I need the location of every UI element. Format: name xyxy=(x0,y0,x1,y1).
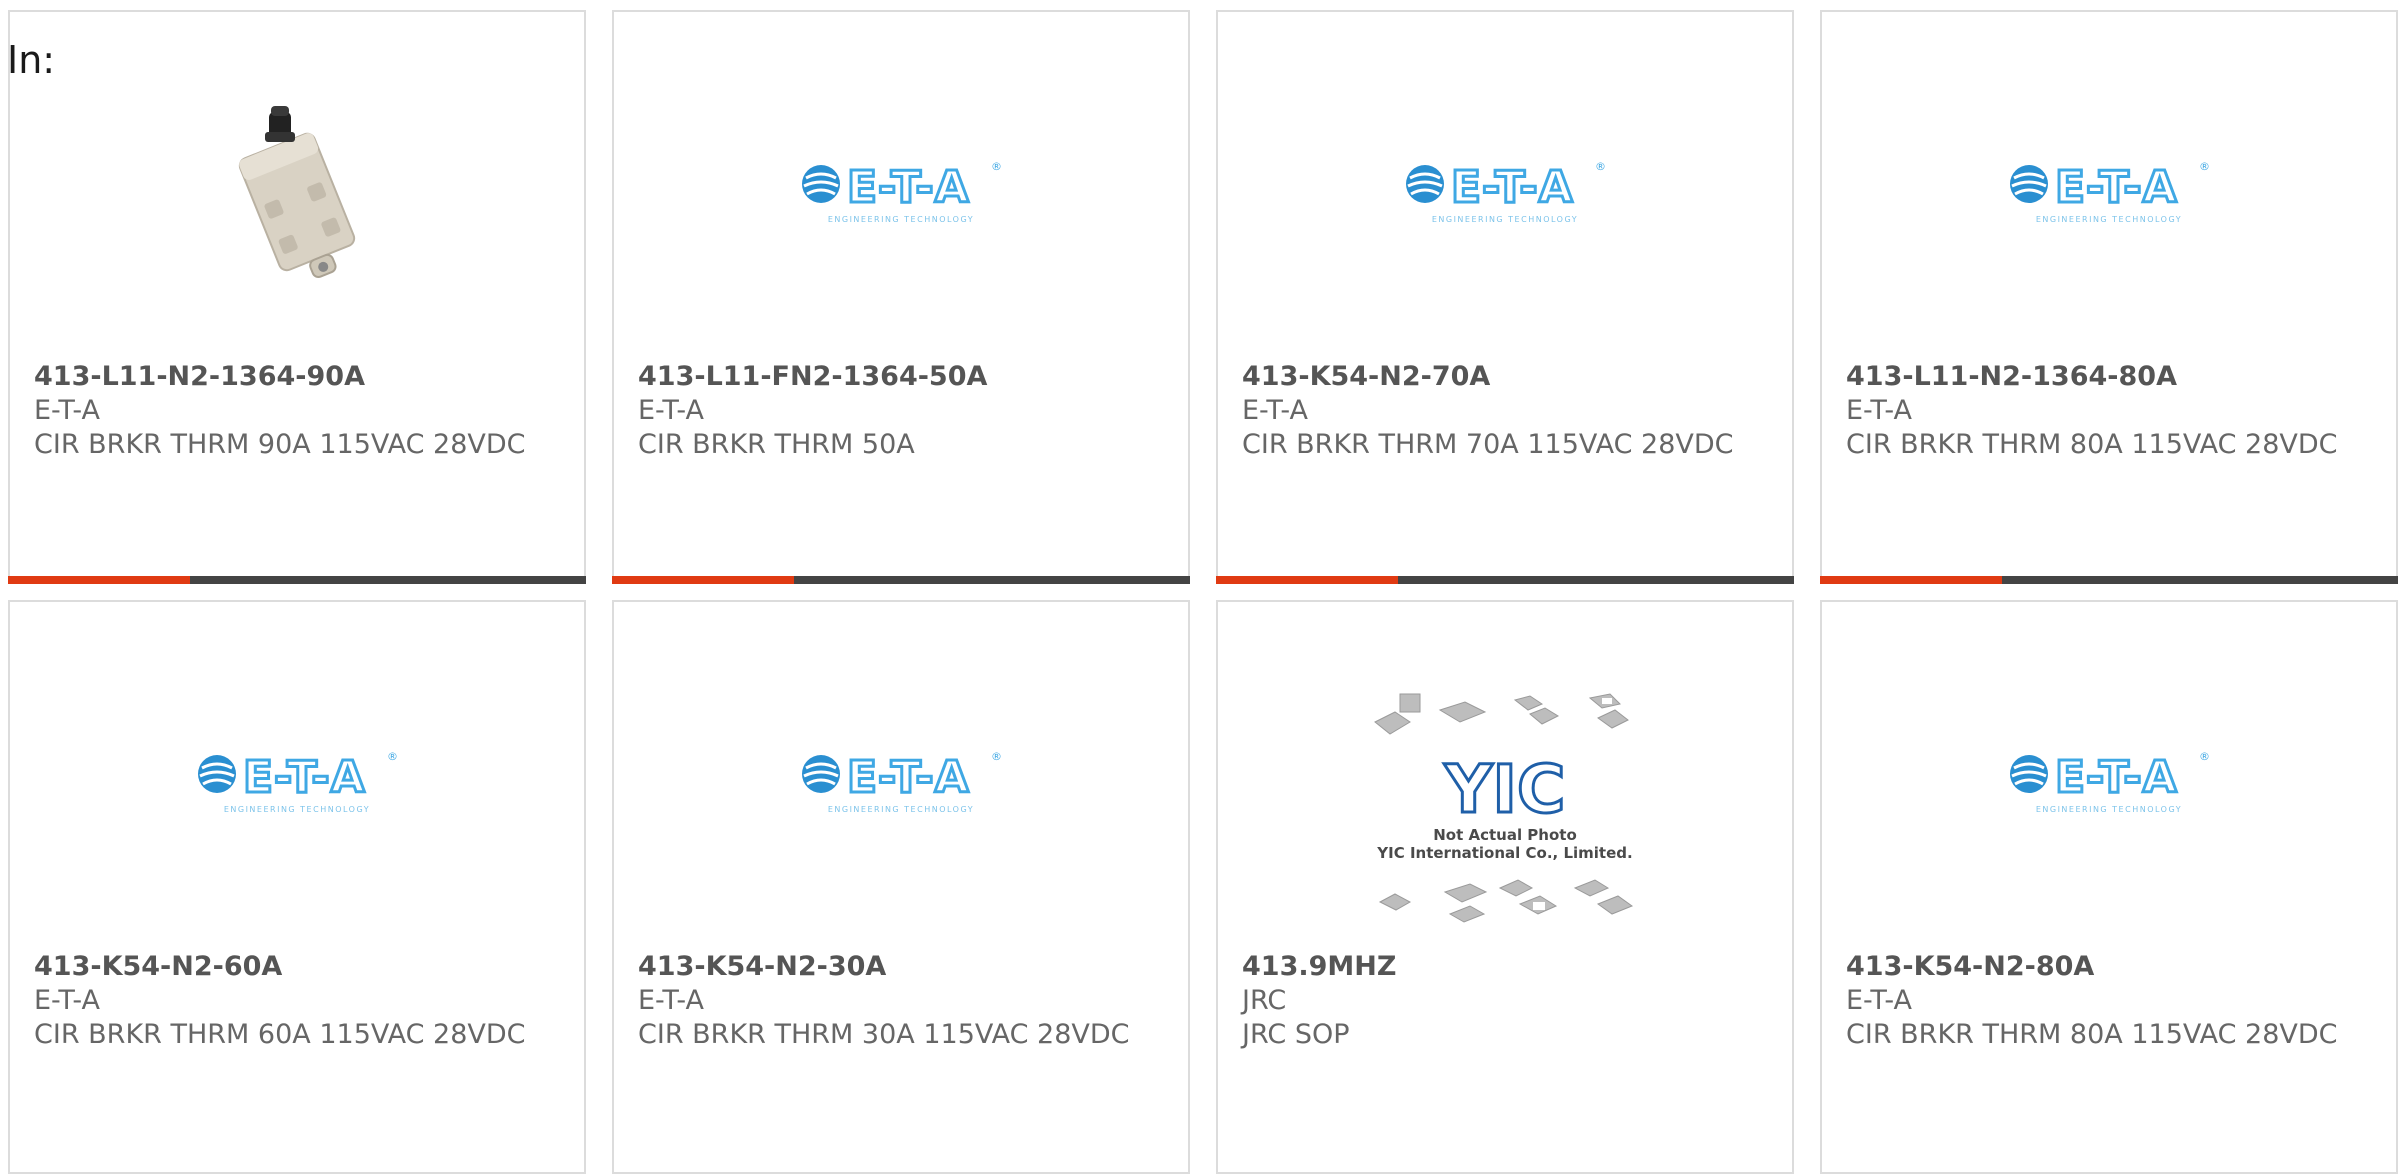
product-image[interactable]: E-T-A ® ENGINEERING TECHNOLOGY xyxy=(1822,72,2396,312)
card-accent xyxy=(1820,576,2002,584)
product-card[interactable]: E-T-A ® ENGINEERING TECHNOLOGY 413-K54-N… xyxy=(1216,10,1794,584)
part-number[interactable]: 413-K54-N2-80A xyxy=(1846,950,2376,984)
product-card[interactable]: YIC Not Actual Photo YIC International C… xyxy=(1216,600,1794,1174)
svg-text:®: ® xyxy=(1595,160,1605,173)
description: CIR BRKR THRM 50A xyxy=(638,429,915,460)
product-image[interactable] xyxy=(10,72,584,312)
card-bottom-bar xyxy=(1820,576,2398,584)
product-image[interactable]: E-T-A ® ENGINEERING TECHNOLOGY xyxy=(614,72,1188,312)
manufacturer: E-T-A xyxy=(34,395,100,426)
svg-text:®: ® xyxy=(991,160,1001,173)
description: CIR BRKR THRM 30A 115VAC 28VDC xyxy=(638,1019,1130,1050)
description: CIR BRKR THRM 90A 115VAC 28VDC xyxy=(34,429,526,460)
manufacturer: E-T-A xyxy=(1846,985,1912,1016)
svg-text:®: ® xyxy=(387,750,397,763)
circuit-breaker-photo-icon xyxy=(197,92,397,292)
card-accent xyxy=(1216,576,1398,584)
part-number[interactable]: 413-K54-N2-60A xyxy=(34,950,564,984)
part-number[interactable]: 413-L11-FN2-1364-50A xyxy=(638,360,1168,394)
manufacturer: E-T-A xyxy=(34,985,100,1016)
manufacturer: E-T-A xyxy=(638,395,704,426)
yic-placeholder-icon: YIC Not Actual Photo YIC International C… xyxy=(1374,693,1634,923)
product-image[interactable]: YIC Not Actual Photo YIC International C… xyxy=(1218,692,1792,942)
part-number[interactable]: 413-K54-N2-70A xyxy=(1242,360,1772,394)
product-card[interactable]: E-T-A ® ENGINEERING TECHNOLOGY 413-K54-N… xyxy=(8,600,586,1174)
card-accent xyxy=(612,576,794,584)
part-number[interactable]: 413-K54-N2-30A xyxy=(638,950,1168,984)
product-card[interactable]: E-T-A ® ENGINEERING TECHNOLOGY 413-L11-F… xyxy=(612,10,1190,584)
manufacturer: E-T-A xyxy=(1242,395,1308,426)
svg-text:ENGINEERING TECHNOLOGY: ENGINEERING TECHNOLOGY xyxy=(224,805,370,814)
description: CIR BRKR THRM 80A 115VAC 28VDC xyxy=(1846,429,2338,460)
svg-text:ENGINEERING TECHNOLOGY: ENGINEERING TECHNOLOGY xyxy=(2036,805,2182,814)
svg-text:YIC International Co., Limited: YIC International Co., Limited. xyxy=(1376,844,1632,862)
part-number[interactable]: 413.9MHZ xyxy=(1242,950,1772,984)
svg-text:ENGINEERING TECHNOLOGY: ENGINEERING TECHNOLOGY xyxy=(1432,215,1578,224)
description: CIR BRKR THRM 60A 115VAC 28VDC xyxy=(34,1019,526,1050)
svg-text:E-T-A: E-T-A xyxy=(2055,752,2178,803)
card-bottom-bar xyxy=(1216,576,1794,584)
svg-text:YIC: YIC xyxy=(1444,751,1566,828)
eta-logo-icon: E-T-A ® ENGINEERING TECHNOLOGY xyxy=(1406,160,1605,224)
product-card[interactable]: 413-L11-N2-1364-90A E-T-A CIR BRKR THRM … xyxy=(8,10,586,584)
svg-text:®: ® xyxy=(2199,160,2209,173)
description: CIR BRKR THRM 70A 115VAC 28VDC xyxy=(1242,429,1734,460)
description: JRC SOP xyxy=(1242,1019,1350,1050)
product-card[interactable]: E-T-A ® ENGINEERING TECHNOLOGY 413-K54-N… xyxy=(1820,600,2398,1174)
svg-text:E-T-A: E-T-A xyxy=(2055,162,2178,213)
svg-text:®: ® xyxy=(991,750,1001,763)
eta-logo-icon: E-T-A ® ENGINEERING TECHNOLOGY xyxy=(198,750,397,814)
product-image[interactable]: E-T-A ® ENGINEERING TECHNOLOGY xyxy=(614,662,1188,902)
svg-text:ENGINEERING TECHNOLOGY: ENGINEERING TECHNOLOGY xyxy=(2036,215,2182,224)
eta-logo-icon: E-T-A ® ENGINEERING TECHNOLOGY xyxy=(2010,160,2209,224)
manufacturer: JRC xyxy=(1242,985,1287,1016)
product-image[interactable]: E-T-A ® ENGINEERING TECHNOLOGY xyxy=(1218,72,1792,312)
part-number[interactable]: 413-L11-N2-1364-80A xyxy=(1846,360,2376,394)
svg-text:E-T-A: E-T-A xyxy=(243,752,366,803)
svg-text:E-T-A: E-T-A xyxy=(1451,162,1574,213)
description: CIR BRKR THRM 80A 115VAC 28VDC xyxy=(1846,1019,2338,1050)
product-card[interactable]: E-T-A ® ENGINEERING TECHNOLOGY 413-L11-N… xyxy=(1820,10,2398,584)
part-number[interactable]: 413-L11-N2-1364-90A xyxy=(34,360,564,394)
card-bottom-bar xyxy=(612,576,1190,584)
svg-text:®: ® xyxy=(2199,750,2209,763)
card-bottom-bar xyxy=(8,576,586,584)
svg-text:ENGINEERING TECHNOLOGY: ENGINEERING TECHNOLOGY xyxy=(828,805,974,814)
product-image[interactable]: E-T-A ® ENGINEERING TECHNOLOGY xyxy=(1822,662,2396,902)
eta-logo-icon: E-T-A ® ENGINEERING TECHNOLOGY xyxy=(802,160,1001,224)
manufacturer: E-T-A xyxy=(638,985,704,1016)
manufacturer: E-T-A xyxy=(1846,395,1912,426)
eta-logo-icon: E-T-A ® ENGINEERING TECHNOLOGY xyxy=(2010,750,2209,814)
svg-text:E-T-A: E-T-A xyxy=(847,752,970,803)
svg-text:E-T-A: E-T-A xyxy=(847,162,970,213)
product-card[interactable]: E-T-A ® ENGINEERING TECHNOLOGY 413-K54-N… xyxy=(612,600,1190,1174)
product-image[interactable]: E-T-A ® ENGINEERING TECHNOLOGY xyxy=(10,662,584,902)
card-accent xyxy=(8,576,190,584)
svg-text:ENGINEERING TECHNOLOGY: ENGINEERING TECHNOLOGY xyxy=(828,215,974,224)
filter-label: In: xyxy=(7,38,56,82)
eta-logo-icon: E-T-A ® ENGINEERING TECHNOLOGY xyxy=(802,750,1001,814)
svg-text:Not Actual Photo: Not Actual Photo xyxy=(1433,826,1577,844)
